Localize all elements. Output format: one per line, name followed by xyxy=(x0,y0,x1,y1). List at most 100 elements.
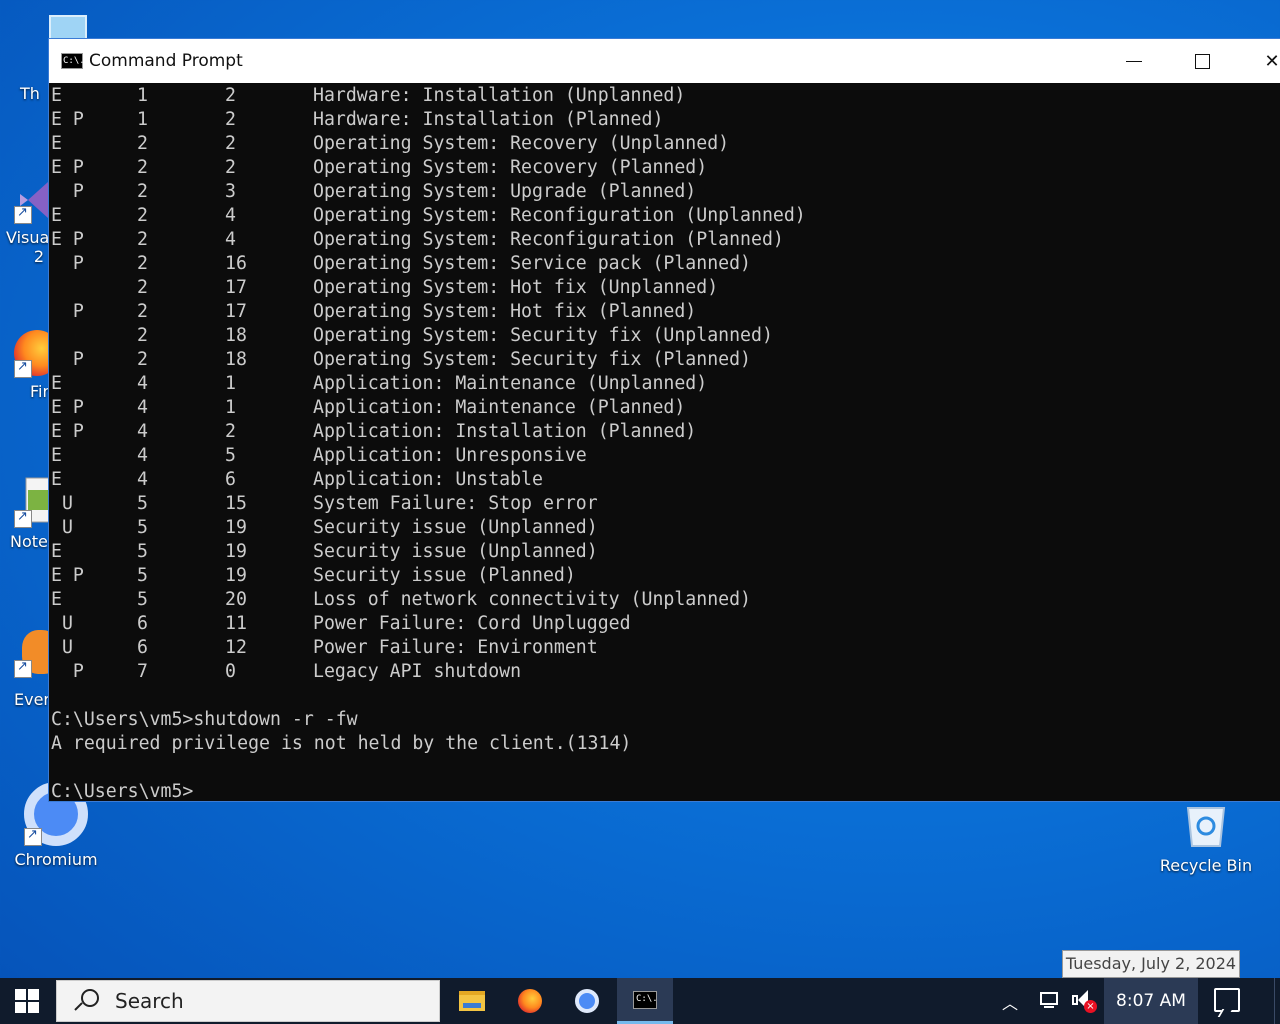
taskbar-clock[interactable]: 8:07 AM xyxy=(1104,978,1198,1024)
minor-code: 19 xyxy=(225,517,247,538)
minor-code: 0 xyxy=(225,661,236,682)
minor-code: 19 xyxy=(225,565,247,586)
volume-muted-icon[interactable]: × xyxy=(1072,990,1098,1013)
major-code: 4 xyxy=(137,373,148,394)
reason-text: Application: Maintenance (Unplanned) xyxy=(313,373,708,394)
command-line: C:\Users\vm5>shutdown -r -fw xyxy=(51,709,358,730)
desktop-icon-label: Chromium xyxy=(14,850,98,869)
network-icon[interactable] xyxy=(1036,990,1062,1010)
desktop-icon-recycle-bin[interactable]: Recycle Bin xyxy=(1158,796,1254,875)
maximize-button[interactable] xyxy=(1167,39,1237,83)
close-icon: ✕ xyxy=(1264,50,1280,72)
minimize-button[interactable] xyxy=(1099,39,1169,83)
outage-flag: U xyxy=(51,517,73,538)
major-code: 4 xyxy=(137,445,148,466)
major-code: 6 xyxy=(137,637,148,658)
reason-text: Operating System: Upgrade (Planned) xyxy=(313,181,697,202)
outage-flag: E xyxy=(51,85,62,106)
outage-flag: E P xyxy=(51,109,84,130)
date-tooltip: Tuesday, July 2, 2024 xyxy=(1062,950,1240,978)
taskbar-firefox[interactable] xyxy=(502,978,558,1024)
maximize-icon xyxy=(1194,53,1210,69)
reason-text: Loss of network connectivity (Unplanned) xyxy=(313,589,751,610)
show-desktop-button[interactable] xyxy=(1274,978,1280,1024)
firefox-icon xyxy=(518,989,542,1013)
reason-text: Application: Unresponsive xyxy=(313,445,587,466)
outage-flag: P xyxy=(51,301,84,322)
major-code: 2 xyxy=(137,157,148,178)
reason-text: Operating System: Security fix (Unplanne… xyxy=(313,325,773,346)
error-message: A required privilege is not held by the … xyxy=(51,733,632,754)
major-code: 5 xyxy=(137,565,148,586)
major-code: 2 xyxy=(137,325,148,346)
outage-flag: P xyxy=(51,181,84,202)
show-hidden-icons-chevron-icon[interactable]: ︿ xyxy=(1002,990,1018,1014)
minor-code: 2 xyxy=(225,85,236,106)
reason-text: Operating System: Recovery (Unplanned) xyxy=(313,133,730,154)
reason-text: Operating System: Hot fix (Planned) xyxy=(313,301,697,322)
minor-code: 20 xyxy=(225,589,247,610)
outage-flag: E xyxy=(51,445,62,466)
major-code: 2 xyxy=(137,277,148,298)
reason-text: Application: Maintenance (Planned) xyxy=(313,397,686,418)
major-code: 2 xyxy=(137,181,148,202)
outage-flag: E xyxy=(51,205,62,226)
outage-flag: E P xyxy=(51,157,84,178)
taskbar-chromium[interactable] xyxy=(559,978,615,1024)
taskbar-search-box[interactable]: Search xyxy=(56,980,440,1022)
major-code: 1 xyxy=(137,109,148,130)
start-button[interactable] xyxy=(0,978,54,1024)
shortcut-arrow-icon xyxy=(14,659,32,678)
reason-text: Operating System: Reconfiguration (Plann… xyxy=(313,229,784,250)
outage-flag: E xyxy=(51,541,62,562)
reason-text: Operating System: Recovery (Planned) xyxy=(313,157,708,178)
minor-code: 19 xyxy=(225,541,247,562)
minor-code: 18 xyxy=(225,349,247,370)
minor-code: 1 xyxy=(225,397,236,418)
reason-text: Hardware: Installation (Planned) xyxy=(313,109,664,130)
folder-icon xyxy=(459,991,485,1011)
major-code: 4 xyxy=(137,469,148,490)
windows-logo-icon xyxy=(15,989,39,1013)
major-code: 2 xyxy=(137,253,148,274)
close-button[interactable]: ✕ xyxy=(1237,39,1280,83)
command-prompt-icon: C:\. xyxy=(61,53,85,69)
outage-flag: E xyxy=(51,469,62,490)
outage-flag: E P xyxy=(51,397,84,418)
current-prompt: C:\Users\vm5> xyxy=(51,781,194,801)
minor-code: 18 xyxy=(225,325,247,346)
minor-code: 2 xyxy=(225,109,236,130)
major-code: 5 xyxy=(137,493,148,514)
major-code: 4 xyxy=(137,397,148,418)
reason-text: Power Failure: Cord Unplugged xyxy=(313,613,631,634)
outage-flag: P xyxy=(51,253,84,274)
outage-flag: U xyxy=(51,493,73,514)
major-code: 2 xyxy=(137,349,148,370)
major-code: 2 xyxy=(137,133,148,154)
command-prompt-window[interactable]: C:\. Command Prompt ✕ E 1 2 Hardware: Insta… xyxy=(48,38,1280,802)
console-output[interactable]: E 1 2 Hardware: Installation (Unplanned) E P… xyxy=(49,83,1280,801)
shortcut-arrow-icon xyxy=(14,509,32,528)
minor-code: 2 xyxy=(225,157,236,178)
major-code: 5 xyxy=(137,517,148,538)
minor-code: 11 xyxy=(225,613,247,634)
title-bar[interactable]: C:\. Command Prompt ✕ xyxy=(49,39,1280,83)
minor-code: 12 xyxy=(225,637,247,658)
reason-text: Security issue (Unplanned) xyxy=(313,517,598,538)
outage-flag: U xyxy=(51,637,73,658)
major-code: 2 xyxy=(137,205,148,226)
reason-text: Operating System: Reconfiguration (Unpla… xyxy=(313,205,806,226)
taskbar-file-explorer[interactable] xyxy=(444,978,500,1024)
recycle-bin-icon xyxy=(1178,796,1234,852)
outage-flag: E xyxy=(51,589,62,610)
minor-code: 15 xyxy=(225,493,247,514)
taskbar-command-prompt[interactable]: C:\. xyxy=(617,978,673,1024)
reason-text: Operating System: Security fix (Planned) xyxy=(313,349,751,370)
shortcut-arrow-icon xyxy=(24,827,42,846)
notifications-icon[interactable] xyxy=(1214,988,1240,1012)
major-code: 1 xyxy=(137,85,148,106)
major-code: 5 xyxy=(137,541,148,562)
minor-code: 4 xyxy=(225,229,236,250)
minor-code: 4 xyxy=(225,205,236,226)
outage-flag: E P xyxy=(51,229,84,250)
